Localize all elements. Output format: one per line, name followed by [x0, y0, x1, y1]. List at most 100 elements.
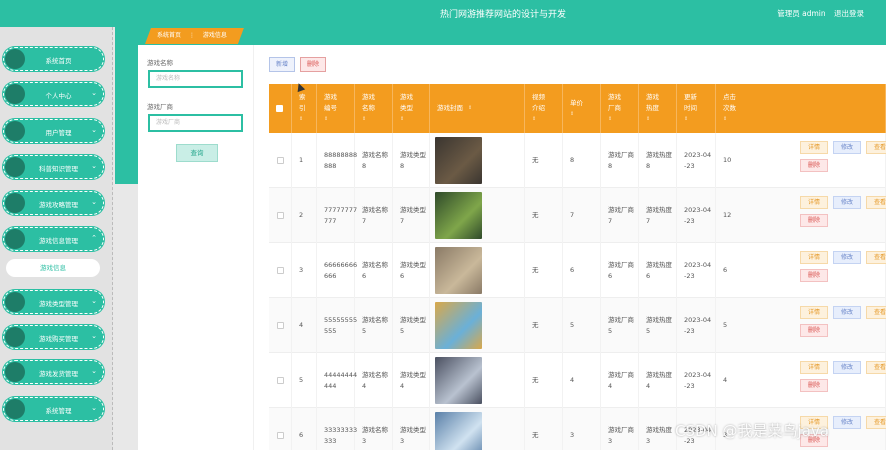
- row-delete-button[interactable]: 删除: [800, 324, 828, 337]
- cell-game-code-line: 77777777: [324, 205, 358, 214]
- column-header[interactable]: 更新 时间 ⇕: [677, 84, 716, 133]
- column-header[interactable]: 索引 ⇕: [292, 84, 317, 133]
- column-header[interactable]: 单价 ⇕: [563, 84, 601, 133]
- cell-game-type-line: 游戏类型: [400, 260, 426, 269]
- game-name-input[interactable]: 游戏名称: [148, 70, 243, 88]
- sidebar-item-label: 游戏发货管理: [39, 370, 78, 378]
- cell-game-type: 游戏类型 4: [400, 370, 426, 392]
- cell-game-code-line: 88888888: [324, 150, 358, 159]
- game-cover-image[interactable]: [435, 412, 482, 450]
- select-all-checkbox[interactable]: [276, 105, 283, 112]
- column-header[interactable]: 游戏 类型 ⇕: [393, 84, 430, 133]
- cell-index: 6: [299, 431, 304, 439]
- column-header-label: 类型: [400, 104, 413, 112]
- edit-button[interactable]: 修改: [833, 196, 861, 209]
- view-reviews-button[interactable]: 查看评论: [866, 416, 886, 429]
- sort-icon[interactable]: ⇕: [684, 114, 688, 125]
- query-button[interactable]: 查询: [176, 144, 218, 162]
- sort-icon[interactable]: ⇕: [324, 114, 328, 125]
- cell-maker-line: 游戏厂商: [608, 315, 634, 324]
- edit-button[interactable]: 修改: [833, 361, 861, 374]
- row-checkbox[interactable]: [276, 377, 284, 384]
- sort-icon[interactable]: ⇕: [299, 114, 303, 125]
- row-delete-button[interactable]: 删除: [800, 159, 828, 172]
- sidebar: 系统首页个人中心 ⌄ 用户管理 ⌄ 科普知识管理 ⌄ 游戏攻略管理 ⌄ 游戏信息管理 ⌃ 游戏类型管…: [0, 27, 113, 450]
- table-cell: [430, 243, 525, 298]
- edit-button[interactable]: 修改: [833, 141, 861, 154]
- row-delete-button[interactable]: 删除: [800, 379, 828, 392]
- cell-game-name: 游戏名称 6: [362, 260, 388, 282]
- cell-maker-line: 游戏厂商: [608, 150, 634, 159]
- view-reviews-button[interactable]: 查看评论: [866, 251, 886, 264]
- edit-button[interactable]: 修改: [833, 251, 861, 264]
- sort-icon[interactable]: ⇕: [608, 114, 612, 125]
- column-header-label: 介绍: [532, 104, 545, 112]
- sidebar-item[interactable]: 游戏发货管理 ⌄: [3, 360, 104, 384]
- sort-icon[interactable]: ⇕: [400, 114, 404, 125]
- sort-icon[interactable]: ⇕: [532, 114, 536, 125]
- column-header[interactable]: 游戏 名称 ⇕: [355, 84, 393, 133]
- breadcrumb-home[interactable]: 系统首页: [157, 32, 181, 39]
- table-cell: 游戏名称 4: [355, 353, 393, 408]
- column-header[interactable]: 游戏 热度 ⇕: [639, 84, 677, 133]
- sidebar-item[interactable]: 科普知识管理 ⌄: [3, 155, 104, 179]
- cell-game-name-line: 游戏名称: [362, 205, 388, 214]
- view-reviews-button[interactable]: 查看评论: [866, 361, 886, 374]
- sidebar-item[interactable]: 游戏攻略管理 ⌄: [3, 191, 104, 215]
- game-cover-image[interactable]: [435, 192, 482, 239]
- cell-game-type: 游戏类型 6: [400, 260, 426, 282]
- column-header[interactable]: 游戏 编号 ⇕: [317, 84, 355, 133]
- delete-button[interactable]: 删除: [300, 57, 326, 72]
- row-checkbox[interactable]: [276, 432, 284, 439]
- detail-button[interactable]: 详情: [800, 141, 828, 154]
- logout-link[interactable]: 退出登录: [834, 9, 864, 18]
- game-cover-image[interactable]: [435, 137, 482, 184]
- sidebar-item[interactable]: 系统首页: [3, 47, 104, 71]
- sort-icon[interactable]: ⇕: [723, 114, 727, 125]
- sort-icon[interactable]: ⇕: [362, 114, 366, 125]
- detail-button[interactable]: 详情: [800, 196, 828, 209]
- detail-button[interactable]: 详情: [800, 306, 828, 319]
- edit-button[interactable]: 修改: [833, 416, 861, 429]
- row-checkbox[interactable]: [276, 322, 284, 329]
- row-checkbox[interactable]: [276, 212, 284, 219]
- game-cover-image[interactable]: [435, 357, 482, 404]
- row-checkbox[interactable]: [276, 267, 284, 274]
- row-delete-button[interactable]: 删除: [800, 269, 828, 282]
- column-header-label: 索: [299, 93, 306, 101]
- cell-heat-line: 游戏热度: [646, 205, 672, 214]
- view-reviews-button[interactable]: 查看评论: [866, 141, 886, 154]
- game-cover-image[interactable]: [435, 247, 482, 294]
- column-header-label: 游戏: [362, 93, 375, 101]
- cell-game-code-line: 444: [324, 381, 337, 390]
- sort-icon[interactable]: ⇕: [468, 103, 472, 114]
- sidebar-item[interactable]: 用户管理 ⌄: [3, 119, 104, 143]
- column-header[interactable]: 视频 介绍 ⇕: [525, 84, 563, 133]
- table-cell: [430, 188, 525, 243]
- detail-button[interactable]: 详情: [800, 251, 828, 264]
- detail-button[interactable]: 详情: [800, 361, 828, 374]
- game-maker-input[interactable]: 游戏厂商: [148, 114, 243, 132]
- sidebar-item[interactable]: 游戏购买管理 ⌄: [3, 325, 104, 349]
- row-checkbox[interactable]: [276, 157, 284, 164]
- column-header[interactable]: 游戏封面 ⇕: [430, 84, 525, 133]
- cell-game-code: 44444444 444: [324, 370, 357, 392]
- column-header[interactable]: 点击 次数 ⇕: [716, 84, 886, 133]
- sidebar-item[interactable]: 系统管理 ⌄: [3, 397, 104, 421]
- game-cover-image[interactable]: [435, 302, 482, 349]
- column-header-label: 次数: [723, 104, 736, 112]
- sidebar-item[interactable]: 游戏类型管理 ⌄: [3, 290, 104, 314]
- sidebar-subitem-game-info[interactable]: 游戏信息: [6, 259, 100, 277]
- row-delete-button[interactable]: 删除: [800, 214, 828, 227]
- column-header[interactable]: 游戏 厂商 ⇕: [601, 84, 639, 133]
- sort-icon[interactable]: ⇕: [646, 114, 650, 125]
- view-reviews-button[interactable]: 查看评论: [866, 306, 886, 319]
- sidebar-item[interactable]: 个人中心 ⌄: [3, 82, 104, 106]
- sidebar-item[interactable]: 游戏信息管理 ⌃: [3, 227, 104, 251]
- view-reviews-button[interactable]: 查看评论: [866, 196, 886, 209]
- add-button[interactable]: 新增: [269, 57, 295, 72]
- cell-game-code-line: 44444444: [324, 370, 358, 379]
- chevron-icon: ⌄: [91, 297, 97, 305]
- edit-button[interactable]: 修改: [833, 306, 861, 319]
- sort-icon[interactable]: ⇕: [570, 109, 574, 120]
